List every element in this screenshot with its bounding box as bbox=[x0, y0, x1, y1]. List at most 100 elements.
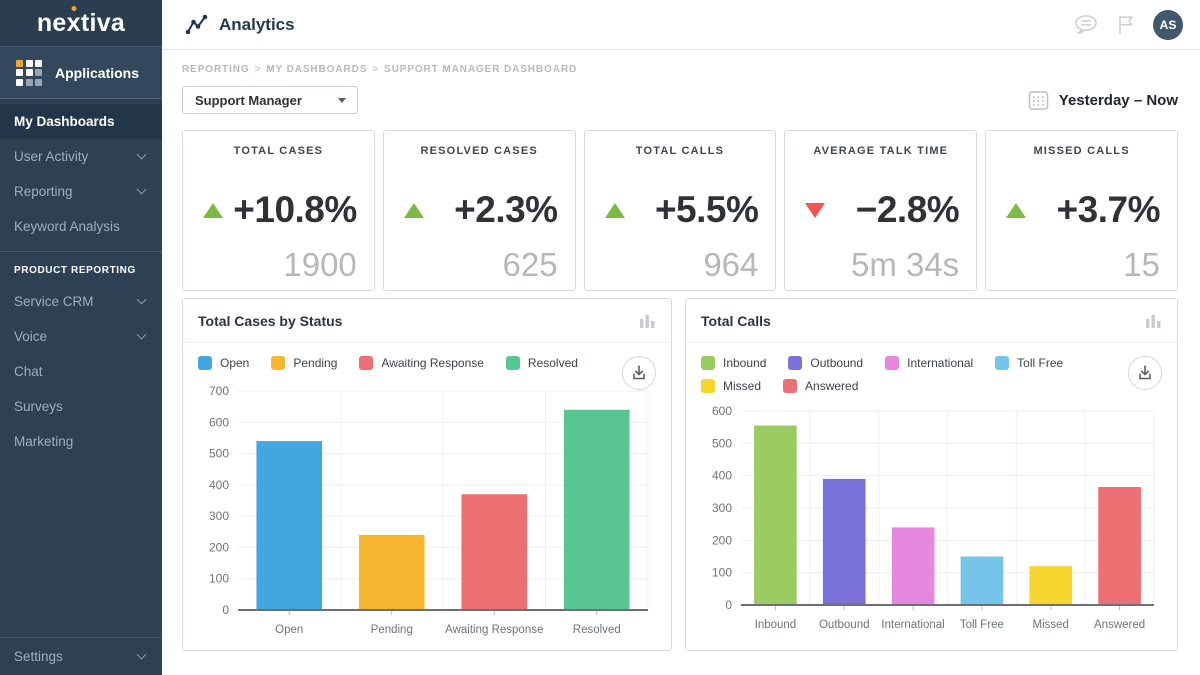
breadcrumb-reporting[interactable]: REPORTING bbox=[182, 64, 250, 75]
svg-text:300: 300 bbox=[712, 501, 732, 515]
total-cases-chart-card: Total Cases by Status Open Pending Awaitin… bbox=[182, 298, 672, 651]
chart-legend: Inbound Outbound International Toll Free Mis… bbox=[701, 353, 1162, 393]
svg-text:100: 100 bbox=[209, 572, 229, 586]
sidebar-item-surveys[interactable]: Surveys bbox=[0, 389, 162, 424]
main-content: REPORTING>MY DASHBOARDS>SUPPORT MANAGER … bbox=[162, 50, 1200, 651]
kpi-percent: −2.8% bbox=[825, 189, 959, 231]
svg-text:700: 700 bbox=[209, 384, 229, 398]
chart-title: Total Cases by Status bbox=[198, 313, 342, 329]
download-chart-button[interactable] bbox=[1128, 356, 1162, 390]
trend-up-icon bbox=[404, 203, 424, 218]
legend-item-missed[interactable]: Missed bbox=[701, 379, 761, 393]
total-calls-chart-card: Total Calls Inbound Outbound International… bbox=[685, 298, 1178, 651]
bar-missed bbox=[1029, 566, 1072, 605]
sidebar-item-chat[interactable]: Chat bbox=[0, 354, 162, 389]
svg-text:Inbound: Inbound bbox=[755, 619, 797, 631]
svg-text:200: 200 bbox=[209, 540, 229, 554]
sidebar-item-my-dashboards[interactable]: My Dashboards bbox=[0, 104, 162, 139]
legend-item-resolved[interactable]: Resolved bbox=[506, 356, 578, 370]
legend-swatch bbox=[198, 356, 212, 370]
sidebar-item-service-crm[interactable]: Service CRM bbox=[0, 284, 162, 319]
svg-text:Resolved: Resolved bbox=[573, 624, 621, 636]
chevron-down-icon bbox=[137, 150, 147, 160]
sidebar-item-voice[interactable]: Voice bbox=[0, 319, 162, 354]
sidebar-item-user-activity[interactable]: User Activity bbox=[0, 139, 162, 174]
kpi-value: 15 bbox=[1123, 246, 1160, 284]
legend-swatch bbox=[359, 356, 373, 370]
kpi-row: TOTAL CASES +10.8% 1900 RESOLVED CASES +… bbox=[182, 130, 1178, 291]
legend-item-international[interactable]: International bbox=[885, 356, 973, 370]
svg-text:Missed: Missed bbox=[1033, 619, 1069, 631]
kpi-card-missed-calls: MISSED CALLS +3.7% 15 bbox=[985, 130, 1178, 291]
legend-swatch bbox=[783, 379, 797, 393]
applications-menu[interactable]: Applications bbox=[0, 47, 162, 99]
legend-item-pending[interactable]: Pending bbox=[271, 356, 337, 370]
date-range-label: Yesterday – Now bbox=[1059, 92, 1178, 109]
kpi-value: 5m 34s bbox=[851, 246, 959, 284]
legend-swatch bbox=[885, 356, 899, 370]
dashboard-select-value: Support Manager bbox=[195, 93, 302, 108]
bar-international bbox=[892, 527, 935, 605]
calendar-icon bbox=[1028, 90, 1049, 111]
sidebar-item-keyword-analysis[interactable]: Keyword Analysis bbox=[0, 209, 162, 244]
bar-pending bbox=[359, 535, 425, 610]
svg-text:0: 0 bbox=[725, 598, 732, 612]
kpi-card-total-calls: TOTAL CALLS +5.5% 964 bbox=[584, 130, 777, 291]
legend-swatch bbox=[506, 356, 520, 370]
analytics-icon bbox=[185, 14, 208, 36]
bar-chart-type-icon bbox=[639, 313, 656, 328]
svg-text:600: 600 bbox=[712, 404, 732, 418]
nextiva-logo[interactable]: nextiva bbox=[0, 0, 162, 47]
legend-swatch bbox=[701, 356, 715, 370]
download-chart-button[interactable] bbox=[622, 356, 656, 390]
svg-text:0: 0 bbox=[222, 603, 229, 617]
kpi-label: MISSED CALLS bbox=[986, 145, 1177, 157]
svg-text:400: 400 bbox=[209, 478, 229, 492]
chart-title: Total Calls bbox=[701, 313, 771, 329]
legend-item-answered[interactable]: Answered bbox=[783, 379, 858, 393]
kpi-percent: +3.7% bbox=[1026, 189, 1160, 231]
sidebar-item-reporting[interactable]: Reporting bbox=[0, 174, 162, 209]
chat-bubble-icon[interactable] bbox=[1073, 14, 1099, 35]
kpi-percent: +5.5% bbox=[625, 189, 759, 231]
bar-answered bbox=[1098, 487, 1141, 605]
trend-down-icon bbox=[805, 203, 825, 218]
svg-text:Open: Open bbox=[275, 624, 303, 636]
trend-up-icon bbox=[605, 203, 625, 218]
legend-swatch bbox=[701, 379, 715, 393]
svg-text:Outbound: Outbound bbox=[819, 619, 870, 631]
breadcrumb-support-manager-dashboard: SUPPORT MANAGER DASHBOARD bbox=[384, 64, 577, 75]
flag-icon[interactable] bbox=[1116, 14, 1136, 35]
date-range-picker[interactable]: Yesterday – Now bbox=[1028, 90, 1178, 111]
bar-open bbox=[256, 441, 322, 610]
svg-text:Answered: Answered bbox=[1094, 619, 1145, 631]
svg-text:200: 200 bbox=[712, 533, 732, 547]
legend-item-outbound[interactable]: Outbound bbox=[788, 356, 863, 370]
breadcrumb-my-dashboards[interactable]: MY DASHBOARDS bbox=[266, 64, 367, 75]
svg-text:400: 400 bbox=[712, 469, 732, 483]
legend-item-inbound[interactable]: Inbound bbox=[701, 356, 766, 370]
kpi-card-total-cases: TOTAL CASES +10.8% 1900 bbox=[182, 130, 375, 291]
kpi-value: 1900 bbox=[283, 246, 356, 284]
legend-swatch bbox=[788, 356, 802, 370]
legend-item-toll-free[interactable]: Toll Free bbox=[995, 356, 1063, 370]
avatar[interactable]: AS bbox=[1153, 10, 1183, 40]
kpi-percent: +10.8% bbox=[223, 189, 357, 231]
sidebar-item-marketing[interactable]: Marketing bbox=[0, 424, 162, 459]
legend-swatch bbox=[995, 356, 1009, 370]
caret-down-icon bbox=[338, 98, 346, 103]
bar-awaiting-response bbox=[461, 494, 527, 610]
svg-text:Toll Free: Toll Free bbox=[960, 619, 1004, 631]
svg-text:Awaiting Response: Awaiting Response bbox=[445, 624, 543, 636]
apps-grid-icon bbox=[16, 60, 42, 86]
kpi-label: TOTAL CASES bbox=[183, 145, 374, 157]
sidebar-item-settings[interactable]: Settings bbox=[0, 637, 162, 675]
bar-outbound bbox=[823, 479, 866, 605]
kpi-value: 625 bbox=[503, 246, 558, 284]
chevron-down-icon bbox=[137, 330, 147, 340]
kpi-card-resolved-cases: RESOLVED CASES +2.3% 625 bbox=[383, 130, 576, 291]
nextiva-logo-text: nextiva bbox=[37, 9, 125, 38]
legend-item-awaiting-response[interactable]: Awaiting Response bbox=[359, 356, 484, 370]
dashboard-select[interactable]: Support Manager bbox=[182, 86, 358, 114]
legend-item-open[interactable]: Open bbox=[198, 356, 249, 370]
